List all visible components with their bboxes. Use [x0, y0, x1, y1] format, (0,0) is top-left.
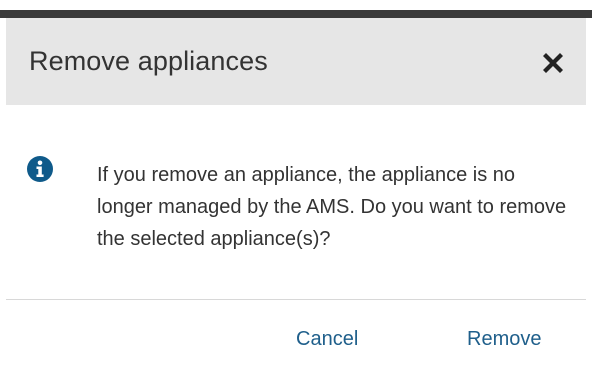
cancel-button[interactable]: Cancel: [296, 328, 358, 351]
dialog-footer: Cancel Remove: [6, 300, 586, 369]
remove-button[interactable]: Remove: [467, 328, 541, 351]
close-icon: [543, 53, 563, 73]
dialog-body: If you remove an appliance, the applianc…: [6, 105, 586, 299]
dialog-message: If you remove an appliance, the applianc…: [97, 164, 567, 250]
close-button[interactable]: [538, 48, 568, 78]
page: Remove appliances If you remove an appli…: [0, 0, 592, 369]
background-bar: [0, 10, 592, 18]
dialog-header: Remove appliances: [6, 18, 586, 105]
dialog-title: Remove appliances: [29, 46, 268, 76]
remove-appliances-dialog: Remove appliances If you remove an appli…: [6, 18, 586, 369]
info-icon: [27, 156, 53, 182]
